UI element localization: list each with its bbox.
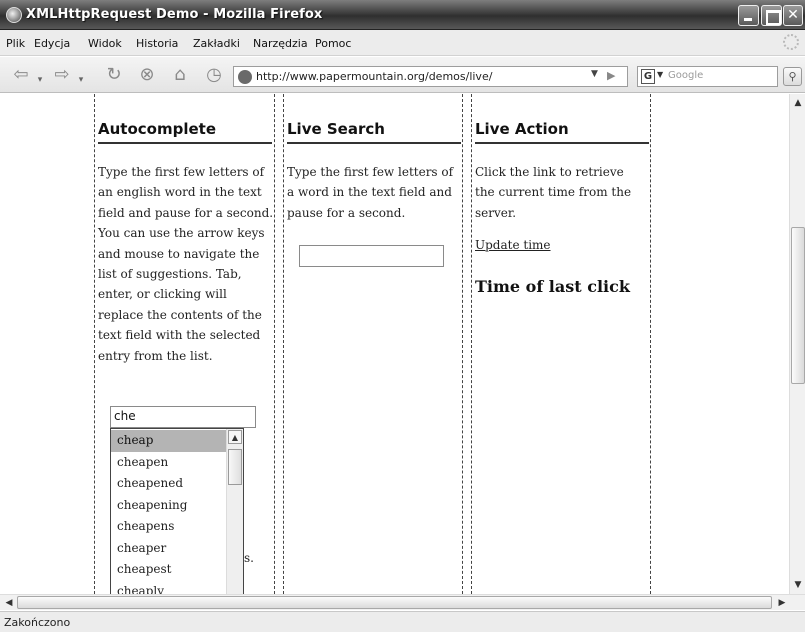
- close-button[interactable]: ✕: [783, 5, 803, 26]
- minimize-icon: [739, 6, 758, 25]
- url-bar[interactable]: http://www.papermountain.org/demos/live/…: [233, 66, 628, 87]
- time-of-last-click-heading: Time of last click: [475, 277, 630, 296]
- window-title: XMLHttpRequest Demo - Mozilla Firefox: [26, 7, 323, 22]
- search-bar[interactable]: G ▼ Google: [637, 66, 778, 87]
- scroll-up-icon[interactable]: ▲: [791, 96, 805, 110]
- scroll-right-icon[interactable]: ▶: [775, 596, 789, 610]
- live-search-description: Type the first few letters of a word in …: [287, 165, 454, 220]
- live-search-heading: Live Search: [287, 120, 385, 138]
- menu-item-zakladki[interactable]: Zakładki: [193, 37, 240, 50]
- page-horizontal-scrollbar[interactable]: ◀ ▶: [0, 594, 805, 610]
- suggestion-item[interactable]: cheaper: [111, 538, 226, 560]
- heading-rule: [287, 142, 461, 144]
- live-search-column: Live Search Type the first few letters o…: [283, 94, 463, 594]
- live-action-description: Click the link to retrieve the current t…: [475, 165, 632, 220]
- autocomplete-heading: Autocomplete: [98, 120, 216, 138]
- search-engine-icon[interactable]: G: [641, 69, 655, 84]
- vertical-scrollbar-thumb[interactable]: [791, 227, 805, 384]
- scroll-up-icon[interactable]: ▲: [228, 430, 242, 444]
- suggestion-item[interactable]: cheaply: [111, 581, 226, 595]
- status-bar: Zakończono: [0, 611, 805, 632]
- suggestion-list[interactable]: cheap cheapen cheapened cheapening cheap…: [110, 428, 244, 594]
- suggestion-scrollbar[interactable]: ▲: [226, 429, 243, 594]
- live-action-column: Live Action Click the link to retrieve t…: [471, 94, 651, 594]
- maximize-button[interactable]: [761, 5, 782, 26]
- firefox-icon: [6, 7, 22, 23]
- menu-bar: Plik Edycja Widok Historia Zakładki Narz…: [0, 30, 805, 56]
- menu-item-historia[interactable]: Historia: [136, 37, 178, 50]
- page-content: Autocomplete Type the first few letters …: [0, 94, 789, 594]
- update-time-link[interactable]: Update time: [475, 238, 551, 252]
- page-vertical-scrollbar[interactable]: ▲ ▼: [789, 94, 805, 594]
- go-icon[interactable]: ▶: [607, 69, 625, 84]
- forward-dropdown-icon[interactable]: ▾: [77, 70, 85, 90]
- autocomplete-input[interactable]: che: [110, 406, 256, 428]
- navigation-toolbar: ⇦ ▾ ⇨ ▾ ↻ ⊗ ⌂ ◷ http://www.papermountain…: [0, 57, 805, 93]
- reload-icon[interactable]: ↻: [102, 65, 126, 85]
- scroll-down-icon[interactable]: ▼: [791, 578, 805, 592]
- stop-icon[interactable]: ⊗: [135, 65, 159, 85]
- autocomplete-description: Type the first few letters of an english…: [98, 165, 274, 363]
- scroll-left-icon[interactable]: ◀: [2, 596, 16, 610]
- autocomplete-column: Autocomplete Type the first few letters …: [94, 94, 275, 594]
- heading-rule: [98, 142, 272, 144]
- horizontal-scrollbar-thumb[interactable]: [17, 596, 772, 609]
- search-engine-dropdown-icon[interactable]: ▼: [657, 70, 663, 79]
- obscured-text: s.: [244, 551, 254, 565]
- back-dropdown-icon[interactable]: ▾: [36, 70, 44, 90]
- maximize-icon: [762, 6, 781, 25]
- history-icon[interactable]: ◷: [202, 65, 226, 85]
- url-dropdown-icon[interactable]: ▼: [591, 69, 598, 79]
- forward-icon[interactable]: ⇨: [49, 65, 75, 85]
- minimize-button[interactable]: [738, 5, 759, 26]
- suggestion-item[interactable]: cheapen: [111, 452, 226, 474]
- menu-item-narzedzia[interactable]: Narzędzia: [253, 37, 308, 50]
- throbber-icon: [783, 34, 799, 50]
- suggestion-item[interactable]: cheapening: [111, 495, 226, 517]
- suggestion-item[interactable]: cheap: [111, 430, 226, 452]
- menu-item-plik[interactable]: Plik: [6, 37, 25, 50]
- heading-rule: [475, 142, 649, 144]
- live-action-heading: Live Action: [475, 120, 569, 138]
- menu-item-edycja[interactable]: Edycja: [34, 37, 70, 50]
- site-identity-icon[interactable]: [238, 70, 252, 84]
- menu-item-pomoc[interactable]: Pomoc: [315, 37, 351, 50]
- window-title-bar: XMLHttpRequest Demo - Mozilla Firefox ✕: [0, 0, 805, 30]
- back-icon[interactable]: ⇦: [8, 65, 34, 85]
- menu-item-widok[interactable]: Widok: [88, 37, 122, 50]
- live-search-input[interactable]: [299, 245, 444, 267]
- suggestion-scrollbar-thumb[interactable]: [228, 449, 242, 485]
- status-text: Zakończono: [4, 616, 71, 629]
- suggestion-item[interactable]: cheapens: [111, 516, 226, 538]
- search-placeholder[interactable]: Google: [668, 70, 703, 81]
- url-text[interactable]: http://www.papermountain.org/demos/live/: [256, 70, 492, 83]
- home-icon[interactable]: ⌂: [168, 65, 192, 85]
- search-go-icon[interactable]: ⚲: [783, 67, 802, 86]
- close-icon: ✕: [787, 7, 799, 23]
- suggestion-item[interactable]: cheapest: [111, 559, 226, 581]
- suggestion-item[interactable]: cheapened: [111, 473, 226, 495]
